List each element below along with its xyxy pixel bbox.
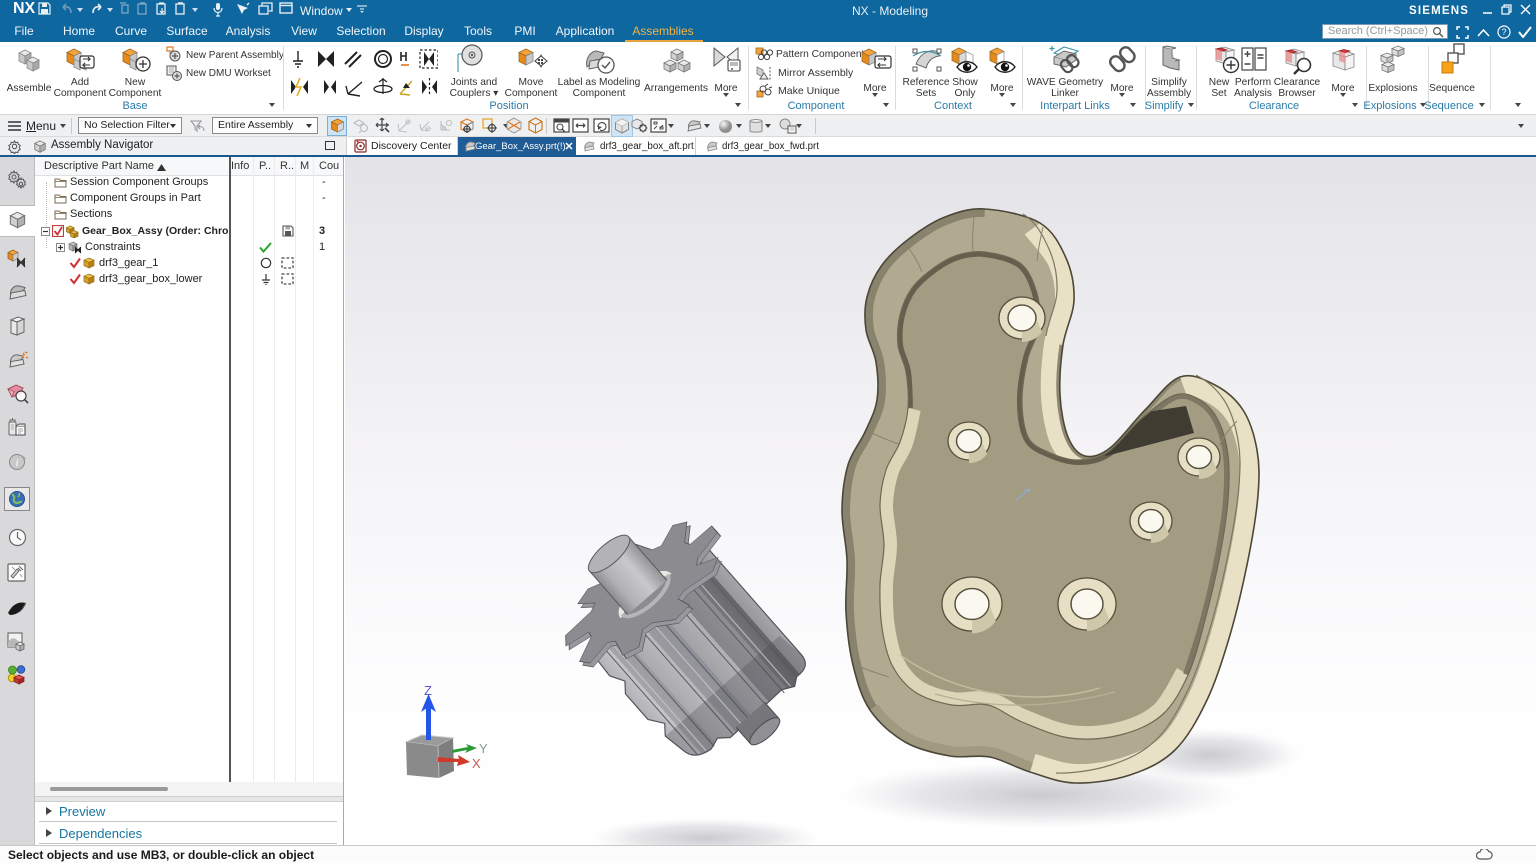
svg-text:Z: Z (424, 683, 432, 698)
svg-text:Y: Y (479, 741, 488, 756)
svg-text:X: X (472, 756, 481, 771)
svg-text:?: ? (1501, 27, 1506, 37)
svg-text:i: i (15, 457, 18, 469)
